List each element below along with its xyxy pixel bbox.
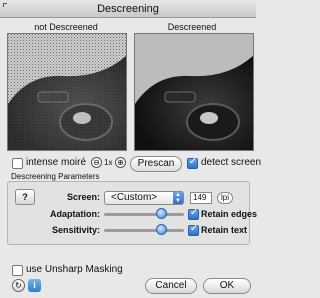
preview-before-image xyxy=(7,33,127,151)
adaptation-slider-track[interactable] xyxy=(104,213,184,216)
adaptation-label: Adaptation: xyxy=(50,209,100,219)
intense-moire-label: intense moiré xyxy=(26,157,87,168)
preview-after-label: Descreened xyxy=(167,22,217,32)
preview-after-image xyxy=(134,33,254,151)
retain-text-checkbox[interactable] xyxy=(188,223,199,236)
cancel-button[interactable]: Cancel xyxy=(145,278,197,294)
zoom-in-icon[interactable]: ⊕ xyxy=(115,157,126,168)
help-button[interactable]: ? xyxy=(15,189,35,205)
retain-edges-label: Retain edges xyxy=(201,209,258,219)
retain-text-label: Retain text xyxy=(201,225,248,235)
preview-before-label: not Descreened xyxy=(34,22,98,32)
title-bar: Descreening xyxy=(0,0,256,18)
lpi-unit-button[interactable]: lpi xyxy=(217,192,233,204)
lpi-input[interactable]: 149 xyxy=(190,192,212,204)
info-icon[interactable]: i xyxy=(28,279,41,292)
prescan-button[interactable]: Prescan xyxy=(130,156,182,172)
screen-select[interactable]: <Custom> ▲ ▼ xyxy=(104,191,184,205)
sensitivity-slider-track[interactable] xyxy=(104,229,184,232)
options-row: intense moiré ⊖ 1x ⊕ Prescan detect scre… xyxy=(2,156,261,172)
ok-button[interactable]: OK xyxy=(203,278,251,294)
detect-screen-label: detect screen xyxy=(201,157,262,168)
unsharp-masking-label: use Unsharp Masking xyxy=(26,264,123,275)
window-corner-mark xyxy=(3,3,7,7)
unsharp-masking-checkbox[interactable] xyxy=(12,265,23,276)
screen-select-value: <Custom> xyxy=(111,192,158,203)
retain-edges-checkbox[interactable] xyxy=(188,207,199,220)
intense-moire-checkbox[interactable] xyxy=(12,158,23,169)
sensitivity-label: Sensitivity: xyxy=(51,225,100,235)
zoom-level-label: 1x xyxy=(104,158,113,167)
zoom-out-icon[interactable]: ⊖ xyxy=(91,157,102,168)
window-title: Descreening xyxy=(97,3,159,15)
screen-label: Screen: xyxy=(66,192,100,202)
reset-icon[interactable]: ↻ xyxy=(12,279,25,292)
detect-screen-checkbox[interactable] xyxy=(187,156,198,169)
group-title: Descreening Parameters xyxy=(10,172,101,181)
dropdown-arrow-icon: ▲ ▼ xyxy=(173,192,183,204)
